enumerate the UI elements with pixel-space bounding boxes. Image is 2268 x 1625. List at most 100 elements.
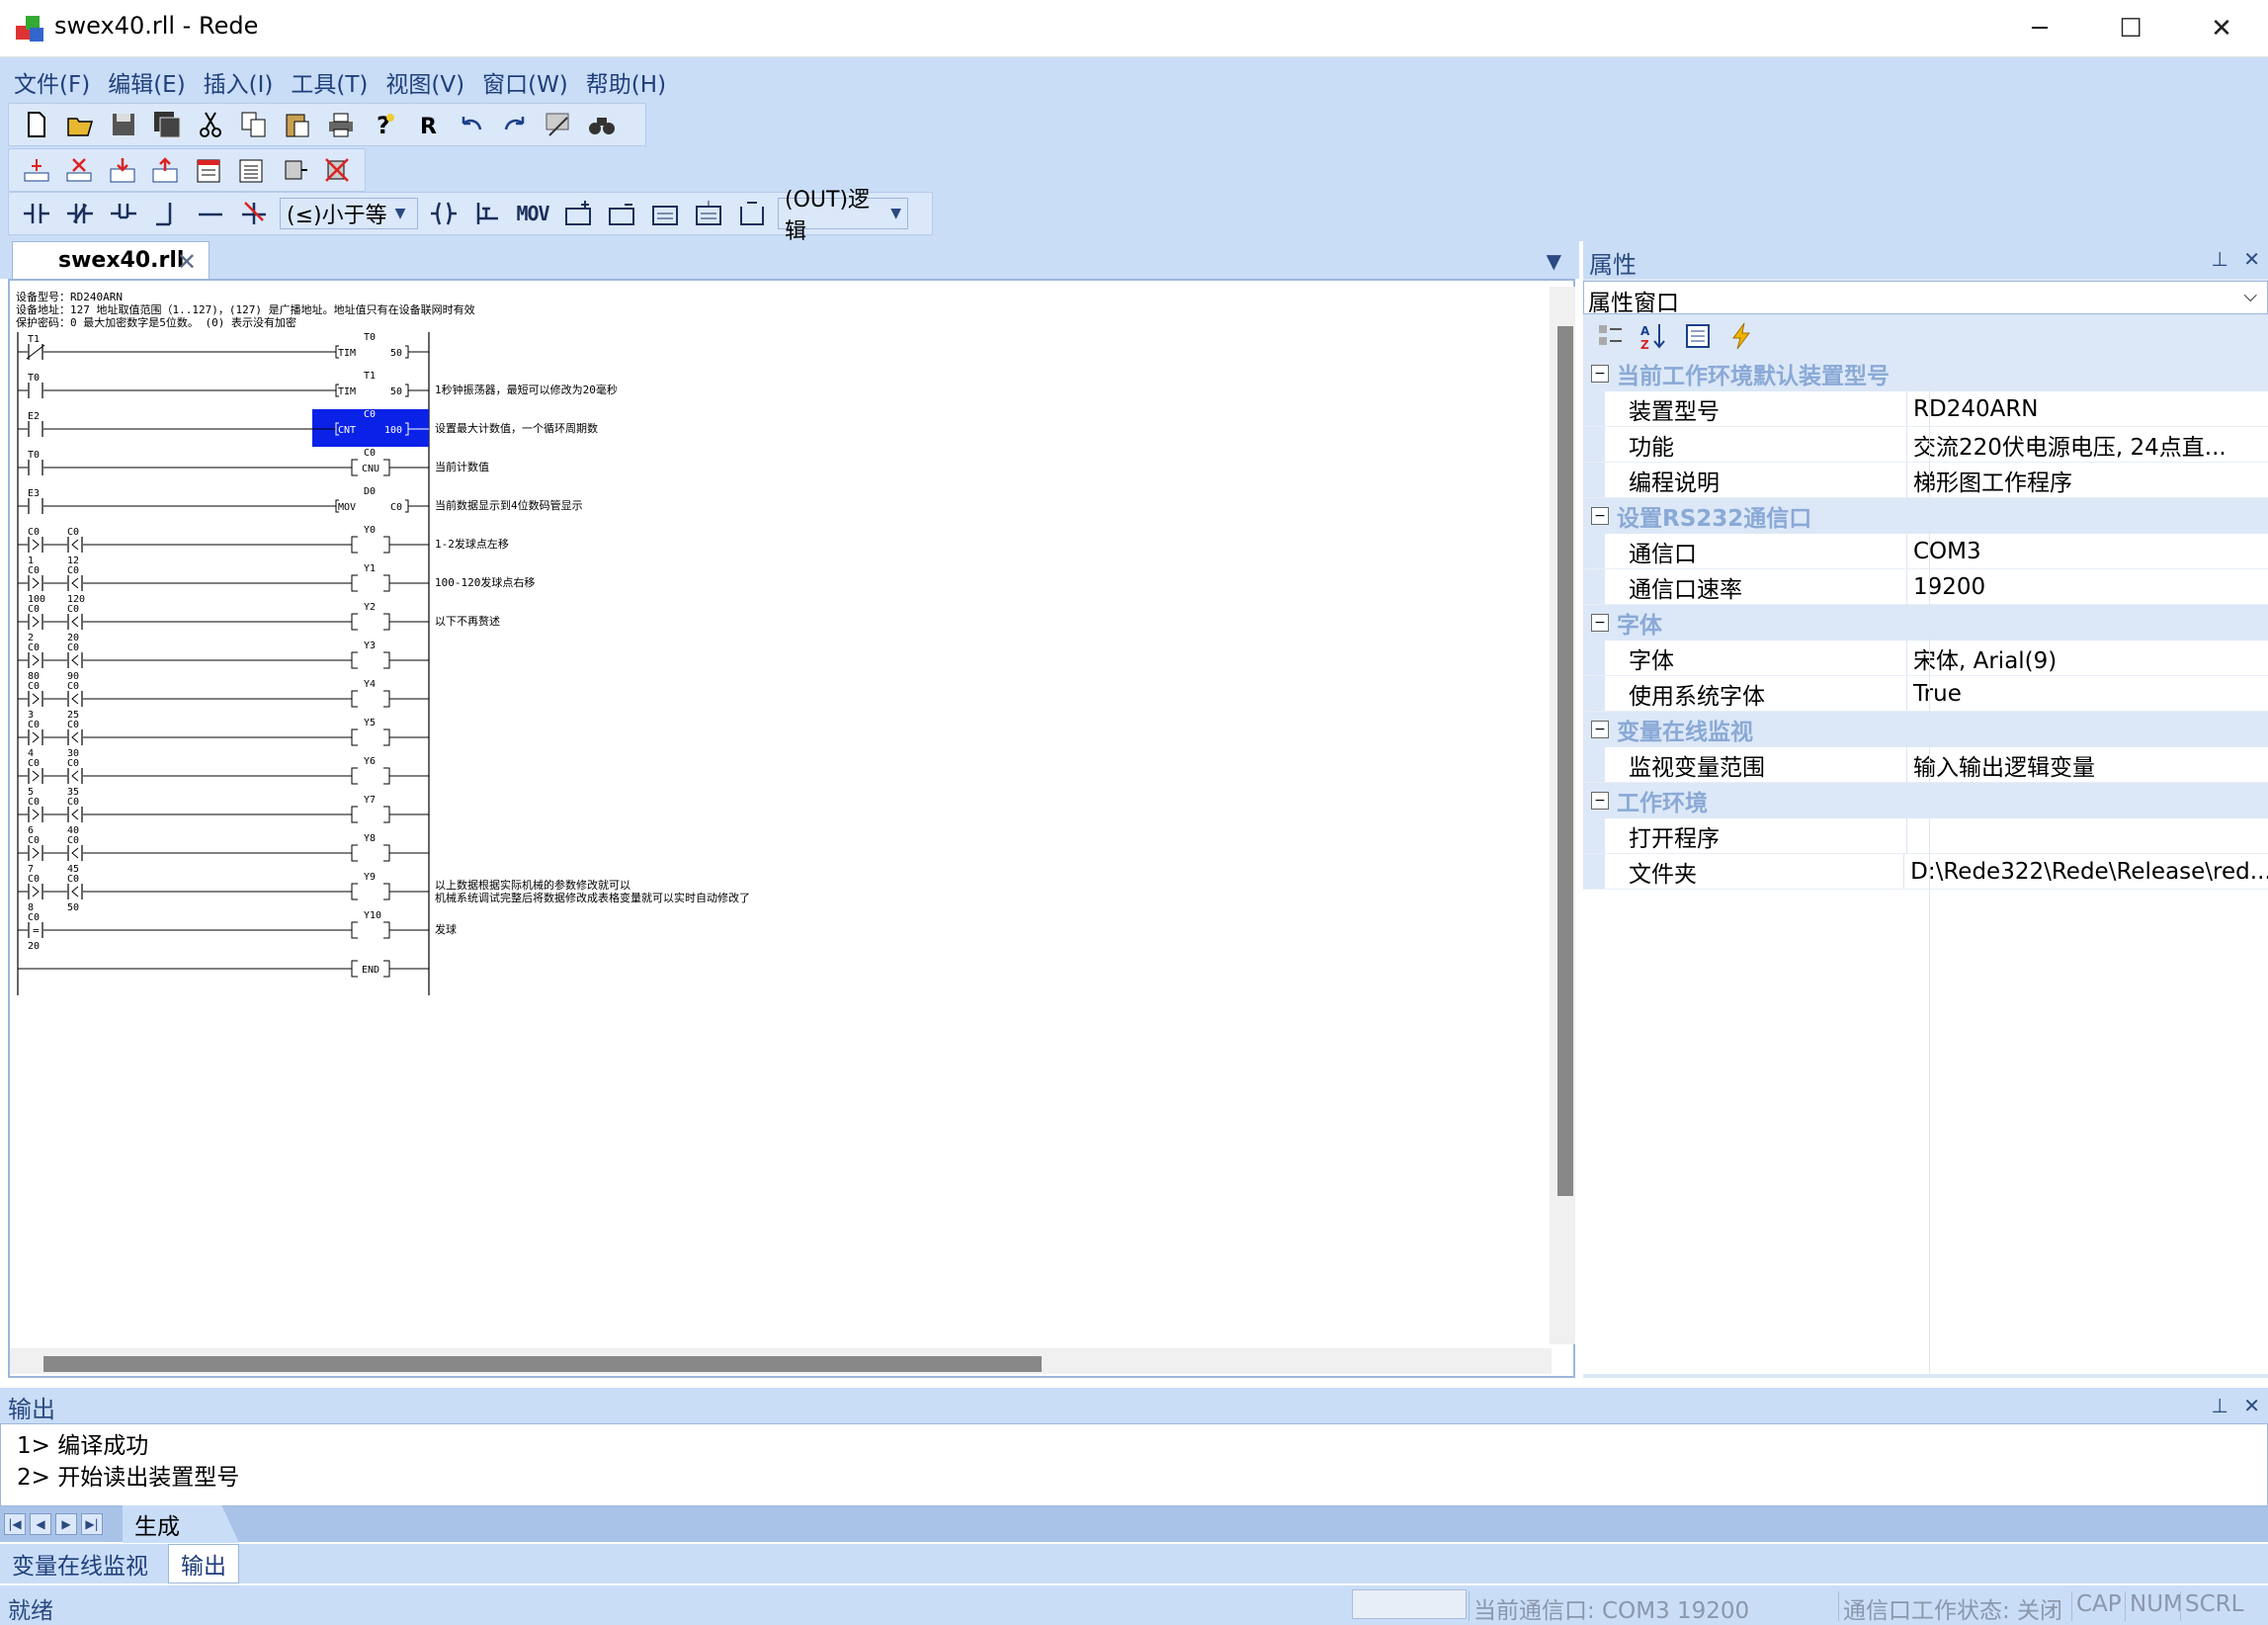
tab-build[interactable]: 生成: [123, 1505, 239, 1543]
ladder-rung[interactable]: C03C025Y4: [18, 679, 429, 721]
property-row[interactable]: 通信口速率 19200: [1583, 569, 2268, 605]
scroll-thumb[interactable]: [1557, 326, 1573, 1196]
ladder-rung[interactable]: C07C045Y8: [18, 833, 429, 875]
last-tab-icon[interactable]: ▶|: [81, 1513, 103, 1535]
ladder-rung[interactable]: C02C020Y2以下不再赘述: [18, 602, 500, 643]
sub-block-icon[interactable]: [604, 196, 639, 231]
property-row[interactable]: 功能 交流220伏电源电压, 24点直...: [1583, 427, 2268, 463]
sort-alpha-icon[interactable]: AZ: [1637, 318, 1672, 354]
ladder-rung[interactable]: END: [18, 960, 429, 978]
horizontal-scrollbar[interactable]: [10, 1348, 1552, 1374]
pin-icon[interactable]: ⊥: [2212, 247, 2228, 271]
minimize-button[interactable]: ─: [1994, 0, 2085, 57]
property-row[interactable]: 文件夹 D:\Rede322\Rede\Release\red...: [1583, 854, 2268, 890]
property-value[interactable]: 输入输出逻辑变量: [1907, 748, 2095, 782]
ladder-rung[interactable]: C06C040Y7: [18, 795, 429, 836]
new-file-icon[interactable]: [19, 107, 54, 142]
scroll-thumb[interactable]: [43, 1356, 1042, 1372]
events-icon[interactable]: [1723, 318, 1759, 354]
property-row[interactable]: 打开程序: [1583, 818, 2268, 854]
add-block-icon[interactable]: [560, 196, 596, 231]
property-pages-icon[interactable]: [1680, 318, 1716, 354]
categorized-icon[interactable]: [1593, 318, 1629, 354]
maximize-button[interactable]: ☐: [2085, 0, 2176, 57]
open-folder-icon[interactable]: [62, 107, 98, 142]
table-in-icon[interactable]: [647, 196, 683, 231]
menu-edit[interactable]: 编辑(E): [102, 65, 191, 99]
property-row[interactable]: 编程说明 梯形图工作程序: [1583, 463, 2268, 498]
coil-icon[interactable]: [426, 196, 462, 231]
monitor-icon[interactable]: [541, 107, 576, 142]
collapse-icon[interactable]: −: [1591, 792, 1609, 810]
connect-icon[interactable]: [277, 152, 312, 188]
chevron-down-icon[interactable]: ▼: [1547, 249, 1561, 273]
menu-file[interactable]: 文件(F): [8, 65, 96, 99]
copy-icon[interactable]: [236, 107, 272, 142]
property-row[interactable]: 字体 宋体, Arial(9): [1583, 641, 2268, 676]
property-row[interactable]: 使用系统字体 True: [1583, 676, 2268, 712]
menu-insert[interactable]: 插入(I): [198, 65, 280, 99]
collapse-icon[interactable]: −: [1591, 614, 1609, 632]
vertical-scrollbar[interactable]: [1550, 287, 1575, 1344]
property-row[interactable]: 装置型号 RD240ARN: [1583, 391, 2268, 427]
property-category[interactable]: − 当前工作环境默认装置型号: [1583, 356, 2268, 391]
read-icon[interactable]: R: [410, 107, 446, 142]
output-type-select[interactable]: (OUT)逻辑 ▼: [778, 188, 908, 244]
help-icon[interactable]: ?: [367, 107, 402, 142]
redo-icon[interactable]: [497, 107, 533, 142]
property-value[interactable]: 交流220伏电源电压, 24点直...: [1907, 428, 2226, 462]
collapse-icon[interactable]: −: [1591, 721, 1609, 738]
no-contact-icon[interactable]: [19, 196, 54, 231]
undo-icon[interactable]: [454, 107, 489, 142]
property-value[interactable]: 梯形图工作程序: [1907, 464, 2072, 497]
insert-row-icon[interactable]: [19, 152, 54, 188]
ladder-rung[interactable]: T0 CNU C0 当前计数值: [18, 448, 489, 476]
property-value[interactable]: 19200: [1907, 574, 1985, 600]
ladder-rung[interactable]: T0 TIM 50 T1 1秒钟振荡器，最短可以修改为20毫秒: [18, 371, 618, 398]
mov-button[interactable]: MOV: [513, 196, 552, 231]
clock-block-icon[interactable]: [734, 196, 770, 231]
tab-output[interactable]: 输出: [168, 1544, 239, 1583]
ladder-rung[interactable]: C05C035Y6: [18, 756, 429, 798]
property-category[interactable]: − 工作环境: [1583, 783, 2268, 818]
ladder-diagram[interactable]: 设备型号：RD240ARN设备地址：127 地址取值范围（1..127)，(12…: [10, 281, 1548, 1346]
ladder-rung[interactable]: C080C090Y3: [18, 641, 429, 682]
table-out-icon[interactable]: [691, 196, 726, 231]
properties-object-select[interactable]: 属性窗口 ⌵: [1583, 281, 2268, 316]
menu-window[interactable]: 窗口(W): [476, 65, 574, 99]
property-value[interactable]: D:\Rede322\Rede\Release\red...: [1904, 859, 2268, 885]
collapse-icon[interactable]: −: [1591, 365, 1609, 383]
ladder-rung[interactable]: E3 MOV C0 D0 当前数据显示到4位数码管显示: [18, 486, 583, 514]
menu-help[interactable]: 帮助(H): [580, 65, 672, 99]
property-value[interactable]: True: [1907, 681, 1962, 707]
ladder-rung[interactable]: T1 TIM 50 T0: [18, 332, 429, 360]
ladder-rung[interactable]: C08C050Y9以上数据根据实际机械的参数修改就可以机械系统调试完整后将数据修…: [18, 872, 750, 913]
property-value[interactable]: RD240ARN: [1907, 396, 2039, 422]
first-tab-icon[interactable]: |◀: [4, 1513, 26, 1535]
ladder-rung[interactable]: C0100C0120Y1100-120发球点右移: [18, 563, 535, 605]
collapse-icon[interactable]: −: [1591, 507, 1609, 525]
list-icon[interactable]: [234, 152, 270, 188]
parallel-contact-icon[interactable]: [106, 196, 141, 231]
save-icon[interactable]: [106, 107, 141, 142]
menu-view[interactable]: 视图(V): [379, 65, 470, 99]
paste-icon[interactable]: [280, 107, 315, 142]
ladder-rung[interactable]: =C0 20 Y10 发球: [18, 910, 457, 952]
print-icon[interactable]: [323, 107, 359, 142]
close-icon[interactable]: ✕: [177, 248, 197, 276]
upload-icon[interactable]: [148, 152, 184, 188]
horizontal-line-icon[interactable]: [193, 196, 228, 231]
property-category[interactable]: − 变量在线监视: [1583, 712, 2268, 747]
next-tab-icon[interactable]: ▶: [55, 1513, 77, 1535]
disconnect-icon[interactable]: [320, 152, 356, 188]
property-category[interactable]: − 设置RS232通信口: [1583, 498, 2268, 534]
property-value[interactable]: COM3: [1907, 539, 1981, 564]
close-icon[interactable]: ✕: [2243, 1394, 2260, 1417]
save-all-icon[interactable]: [149, 107, 185, 142]
ladder-rung[interactable]: E2 CNT 100 C0 设置最大计数值，一个循环周期数: [18, 409, 598, 447]
find-icon[interactable]: [584, 107, 620, 142]
cut-icon[interactable]: [193, 107, 228, 142]
property-row[interactable]: 监视变量范围 输入输出逻辑变量: [1583, 747, 2268, 783]
delete-line-icon[interactable]: [236, 196, 272, 231]
close-button[interactable]: ✕: [2176, 0, 2267, 57]
